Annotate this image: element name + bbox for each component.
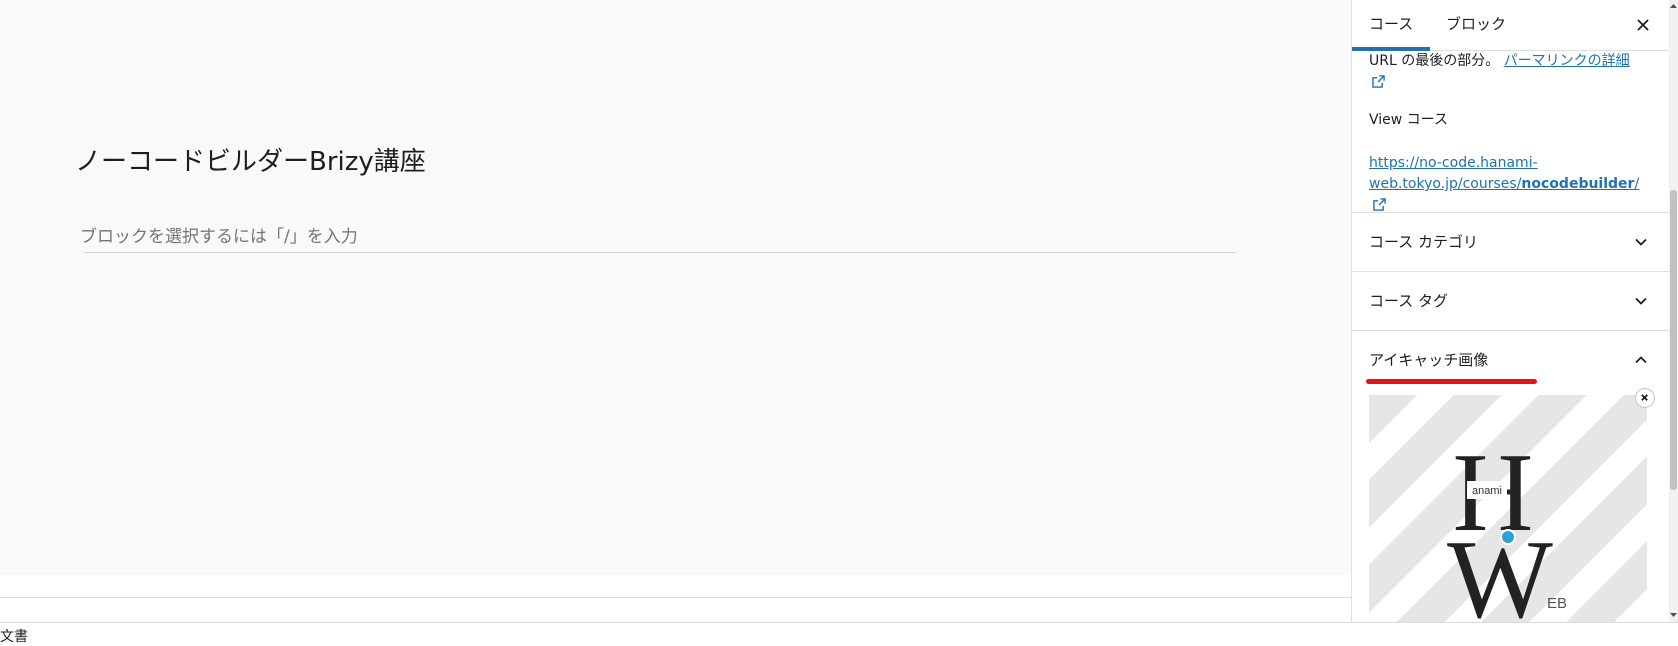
external-link-icon[interactable] xyxy=(1372,75,1385,88)
external-link-icon xyxy=(1373,198,1386,211)
logo-text-anami: anami xyxy=(1472,485,1502,497)
post-title[interactable]: ノーコードビルダーBrizy講座 xyxy=(75,141,426,178)
panel-course-category[interactable]: コース カテゴリ xyxy=(1352,212,1669,271)
panel-title: コース カテゴリ xyxy=(1369,233,1479,251)
settings-sidebar: URL の最後の部分。 パーマリンクの詳細 View コース https://n… xyxy=(1351,0,1669,622)
view-course-label: View コース xyxy=(1369,112,1448,128)
url-help-text: URL の最後の部分。 パーマリンクの詳細 xyxy=(1369,51,1659,93)
canvas-divider xyxy=(0,597,1351,598)
sidebar-tabs: コース ブロック xyxy=(1352,0,1669,51)
panel-title: コース タグ xyxy=(1369,292,1449,310)
scroll-up-icon[interactable] xyxy=(1669,2,1678,11)
status-bar xyxy=(0,622,1678,643)
block-appender-placeholder[interactable]: ブロックを選択するには「/」を入力 xyxy=(80,222,358,247)
url-help-prefix: URL の最後の部分。 xyxy=(1369,53,1500,69)
hanami-web-logo: H anami W EB xyxy=(1447,431,1567,622)
logo-letter-w: W xyxy=(1447,518,1553,622)
scroll-down-icon[interactable] xyxy=(1669,610,1678,619)
tab-block[interactable]: ブロック xyxy=(1446,0,1506,51)
permalink-slug: nocodebuilder xyxy=(1521,176,1635,192)
annotation-underline xyxy=(1366,379,1537,384)
logo-text-eb: EB xyxy=(1547,595,1567,612)
featured-image-thumbnail[interactable]: H anami W EB xyxy=(1369,395,1647,622)
editor-canvas: ノーコードビルダーBrizy講座 ブロックを選択するには「/」を入力 xyxy=(0,0,1351,575)
panel-featured-image[interactable]: アイキャッチ画像 H anami W EB xyxy=(1352,330,1669,622)
permalink-suffix: / xyxy=(1634,176,1640,192)
active-tab-indicator xyxy=(1352,47,1430,51)
scrollbar-thumb[interactable] xyxy=(1670,190,1677,490)
tab-course[interactable]: コース xyxy=(1369,0,1413,51)
remove-image-icon xyxy=(1641,394,1648,401)
chevron-up-icon xyxy=(1635,356,1647,364)
breadcrumb-document[interactable]: 文書 xyxy=(0,626,28,646)
block-appender-underline xyxy=(84,252,1236,253)
permalink-link[interactable]: https://no-code.hanami-web.tokyo.jp/cour… xyxy=(1369,153,1659,216)
logo-dot xyxy=(1500,529,1516,545)
chevron-down-icon xyxy=(1635,297,1647,305)
close-icon[interactable] xyxy=(1632,14,1654,36)
chevron-down-icon xyxy=(1635,238,1647,246)
panel-course-tag[interactable]: コース タグ xyxy=(1352,271,1669,330)
remove-image-button[interactable] xyxy=(1635,388,1655,408)
permalink-docs-link[interactable]: パーマリンクの詳細 xyxy=(1504,53,1630,69)
permalink-base: https://no-code.hanami-web.tokyo.jp/cour… xyxy=(1369,155,1538,192)
canvas-footer-area xyxy=(0,575,1351,597)
panel-title: アイキャッチ画像 xyxy=(1369,351,1489,369)
sidebar-scrollbar[interactable] xyxy=(1669,0,1678,622)
